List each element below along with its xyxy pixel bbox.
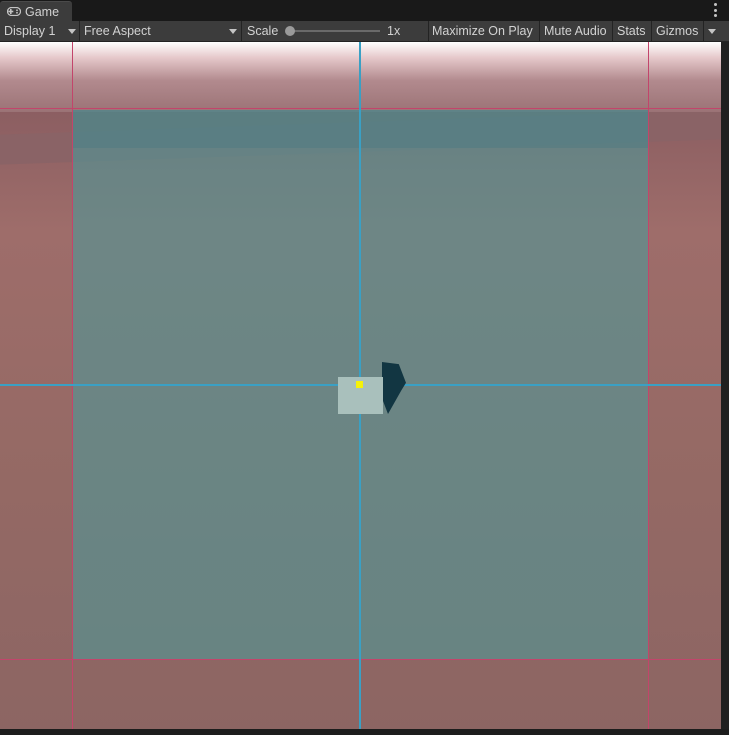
game-window: Game Display 1 Free Aspect Scale 1x Maxi…: [0, 0, 729, 735]
aspect-dropdown-label: Free Aspect: [84, 24, 151, 38]
display-chevron-down-icon: [68, 29, 76, 34]
aspect-chevron-down-icon: [229, 29, 237, 34]
display-dropdown[interactable]: Display 1: [4, 21, 78, 41]
bottom-border: [0, 729, 729, 735]
gamepad-icon: [7, 7, 21, 16]
tab-bar: Game: [0, 0, 729, 21]
scale-slider-track[interactable]: [289, 30, 380, 32]
gizmos-chevron-down-icon[interactable]: [708, 29, 716, 34]
maximize-on-play-toggle[interactable]: Maximize On Play: [432, 21, 533, 41]
kebab-menu-icon[interactable]: [713, 3, 717, 17]
pivot-handle-icon[interactable]: [356, 381, 363, 388]
scale-label: Scale: [247, 24, 279, 38]
stats-toggle[interactable]: Stats: [617, 21, 646, 41]
aspect-dropdown[interactable]: Free Aspect: [84, 21, 240, 41]
game-viewport[interactable]: [0, 42, 721, 729]
tab-game[interactable]: Game: [0, 1, 72, 21]
display-dropdown-label: Display 1: [4, 24, 56, 38]
tab-game-label: Game: [25, 5, 60, 19]
scale-slider-thumb[interactable]: [285, 26, 295, 36]
gizmos-toggle[interactable]: Gizmos: [656, 21, 698, 41]
scale-value: 1x: [387, 24, 401, 38]
mute-audio-toggle[interactable]: Mute Audio: [544, 21, 607, 41]
right-border: [721, 42, 729, 729]
